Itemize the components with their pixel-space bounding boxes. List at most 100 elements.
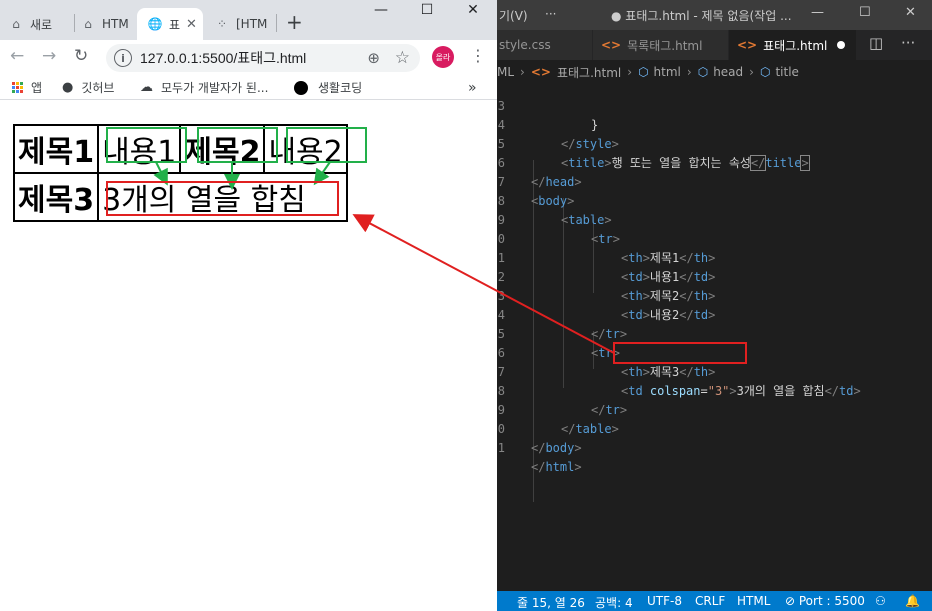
live-server-port[interactable]: ⊘ Port : 5500 — [785, 594, 865, 608]
maximize-button[interactable]: ☐ — [404, 2, 450, 18]
github-icon: ● — [62, 80, 74, 95]
browser-tab-label: 표 — [169, 17, 181, 32]
browser-tab-1[interactable]: ⌂ 새로 — [8, 8, 72, 40]
html-file-icon: <> — [737, 38, 758, 52]
profile-avatar[interactable]: 올라 — [432, 46, 454, 68]
vscode-window: 기(V) ··· ● 표태그.html - 제목 없음(작업 ... — ☐ ✕… — [497, 0, 932, 611]
code-line: 4 </style> — [497, 118, 619, 151]
code-line: 9 <tr> — [497, 213, 620, 246]
bookmark-label: 모두가 개발자가 된... — [161, 81, 269, 95]
code-line: 6 </head> — [497, 156, 582, 189]
browser-window: ⌂ 새로 ⌂ HTM 🌐 표 ✕ ⁘ [HTM + — ☐ ✕ ← → ↻ i … — [0, 0, 497, 611]
tab-label: 목록태그.html — [627, 38, 703, 53]
line-number: 1 — [497, 441, 505, 455]
table-row: 제목1 내용1 제목2 내용2 — [12, 124, 348, 174]
forward-arrow-icon[interactable]: → — [42, 46, 56, 66]
cloud-icon: ☁ — [140, 80, 153, 95]
code-line: 8 <table> — [497, 194, 612, 227]
bell-icon[interactable]: 🔔 — [905, 594, 920, 608]
reload-icon[interactable]: ↻ — [74, 46, 88, 66]
bookmark-opentutorials[interactable]: 생활코딩 — [294, 79, 362, 96]
browser-tab-active[interactable]: 🌐 표 ✕ — [137, 8, 203, 40]
code-editor[interactable]: 3 } 4 </style> 5 <title>행 또는 열을 합치는 속성</… — [497, 84, 932, 591]
browser-tab-label: [HTM — [236, 17, 268, 31]
browser-tab-4[interactable]: ⁘ [HTM — [214, 8, 274, 40]
chevron-right-icon: › — [686, 65, 692, 79]
editor-tabs: style.css <> 목록태그.html <> 표태그.html ◫ ··· — [497, 30, 932, 60]
bookmark-star-icon[interactable]: ☆ — [395, 48, 410, 68]
tab-separator — [276, 14, 277, 32]
symbol-element-icon: ⬡ — [638, 65, 649, 79]
table-data-cell: 내용2 — [263, 124, 348, 174]
new-tab-button[interactable]: + — [286, 10, 303, 34]
tab-separator — [74, 14, 75, 32]
indentation[interactable]: 공백: 4 — [595, 594, 633, 611]
cursor-position[interactable]: 줄 15, 열 26 — [517, 594, 585, 611]
maximize-button[interactable]: ☐ — [859, 5, 871, 20]
symbol-element-icon: ⬡ — [759, 65, 771, 79]
feedback-icon[interactable]: ⚇ — [875, 594, 886, 608]
table-row: 제목3 3개의 열을 합침 — [12, 172, 348, 222]
code-line: 5 <tr> — [497, 327, 620, 360]
bookmark-apps[interactable]: 앱 — [12, 79, 42, 96]
code-line: 1 </html> — [497, 441, 582, 474]
bookmark-github[interactable]: ● 깃허브 — [62, 79, 114, 96]
minimize-button[interactable]: — — [811, 5, 824, 20]
close-window-button[interactable]: ✕ — [905, 5, 916, 20]
table-header-cell: 제목3 — [12, 172, 100, 222]
home-icon: ⌂ — [12, 17, 20, 31]
breadcrumb-item[interactable]: title — [775, 65, 798, 79]
menu-more[interactable]: ··· — [545, 7, 556, 21]
split-editor-icon[interactable]: ◫ — [869, 34, 883, 52]
code-line: 2 <th>제목2</th> — [497, 270, 716, 303]
breadcrumb-item[interactable]: html — [654, 65, 681, 79]
browser-tab-label: HTM — [102, 17, 129, 31]
address-bar[interactable]: i 127.0.0.1:5500/표태그.html ⊕ ☆ — [106, 44, 420, 72]
unsaved-dot-icon[interactable] — [837, 41, 846, 49]
minimize-button[interactable]: — — [358, 2, 404, 18]
code-line: 7 <td colspan="3">3개의 열을 합침</td> — [497, 365, 861, 398]
bookmark-cloud[interactable]: ☁ 모두가 개발자가 된... — [140, 79, 268, 96]
bookmark-label: 생활코딩 — [318, 81, 363, 95]
code-line: 9 </table> — [497, 403, 619, 436]
code-line: 6 <th>제목3</th> — [497, 346, 716, 379]
globe-icon: 🌐 — [147, 17, 163, 31]
status-bar: 줄 15, 열 26 공백: 4 UTF-8 CRLF HTML ⊘ Port … — [497, 591, 932, 611]
breadcrumb-item[interactable]: head — [713, 65, 743, 79]
html-file-icon: <> — [601, 38, 622, 52]
menu-view[interactable]: 기(V) — [499, 7, 528, 24]
encoding[interactable]: UTF-8 — [647, 594, 682, 608]
chevron-right-icon: › — [520, 65, 525, 79]
chevron-right-icon: › — [627, 65, 633, 79]
window-title: ● 표태그.html - 제목 없음(작업 ... — [611, 9, 792, 23]
browser-toolbar: ← → ↻ i 127.0.0.1:5500/표태그.html ⊕ ☆ 올라 ⋮ — [0, 40, 497, 76]
browser-menu-icon[interactable]: ⋮ — [470, 46, 486, 65]
close-window-button[interactable]: ✕ — [450, 2, 496, 18]
code-line: 7 <body> — [497, 175, 575, 208]
language-mode[interactable]: HTML — [737, 594, 770, 608]
breadcrumb-item[interactable]: ML — [497, 65, 514, 79]
tab-label: style.css — [499, 38, 551, 52]
merged-cell: 3개의 열을 합침 — [97, 172, 348, 222]
bookmark-label: 앱 — [31, 81, 43, 95]
more-actions-icon[interactable]: ··· — [901, 34, 915, 52]
code-line: 8 </tr> — [497, 384, 628, 417]
symbol-element-icon: ⬡ — [697, 65, 709, 79]
tistory-icon: ⁘ — [216, 17, 228, 31]
tab-list-html[interactable]: <> 목록태그.html — [593, 30, 729, 60]
table-data-cell: 내용1 — [97, 124, 182, 174]
tab-table-html[interactable]: <> 표태그.html — [729, 30, 857, 60]
table-header-cell: 제목2 — [179, 124, 266, 174]
bookmarks-overflow-icon[interactable]: » — [468, 80, 477, 96]
zoom-icon[interactable]: ⊕ — [367, 49, 380, 67]
back-arrow-icon[interactable]: ← — [10, 46, 24, 66]
browser-tab-2[interactable]: ⌂ HTM — [80, 8, 134, 40]
apps-icon — [12, 82, 23, 93]
info-icon[interactable]: i — [114, 49, 132, 67]
line-ending[interactable]: CRLF — [695, 594, 725, 608]
tab-style-css[interactable]: style.css — [497, 30, 593, 60]
bookmarks-bar: 앱 ● 깃허브 ☁ 모두가 개발자가 된... 생활코딩 — [0, 76, 497, 100]
code-line: 3 <td>내용2</td> — [497, 289, 716, 322]
browser-tab-label: 새로 — [30, 17, 53, 32]
close-tab-icon[interactable]: ✕ — [186, 17, 197, 32]
